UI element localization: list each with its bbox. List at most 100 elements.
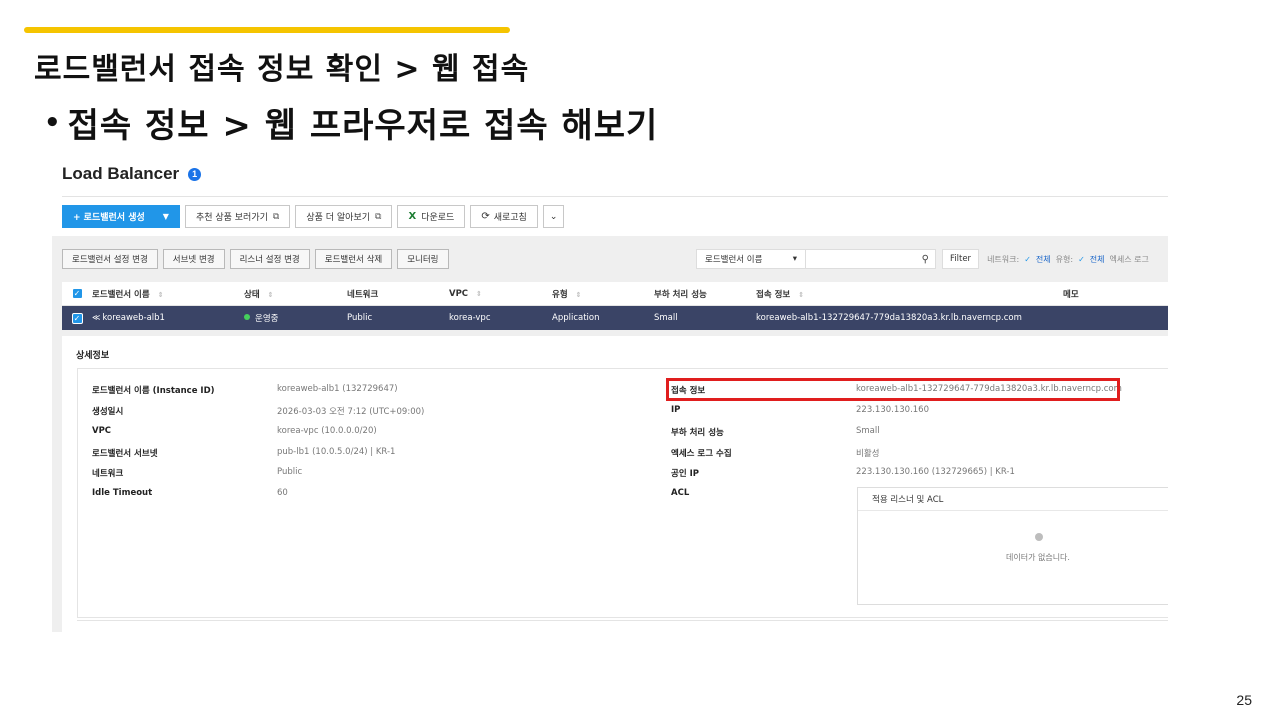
change-lb-settings-button[interactable]: 로드밸런서 설정 변경 <box>62 249 158 269</box>
col-vpc[interactable]: VPC ⇕ <box>449 289 552 299</box>
refresh-button[interactable]: ⟳ 새로고침 <box>470 205 538 228</box>
filter-button[interactable]: Filter <box>942 249 980 269</box>
slide-title: 로드밸런서 접속 정보 확인 > 웹 접속 <box>34 52 530 87</box>
caret-down-icon[interactable]: ▼ <box>163 212 169 221</box>
detail-key-subnet: 로드밸런서 서브넷 <box>92 449 158 459</box>
detail-value-access-log: 비활성 <box>856 449 880 459</box>
table-row[interactable]: ✓ ≪ koreaweb-alb1 운영중 Public korea-vpc Ap… <box>62 306 1168 330</box>
search-field-select[interactable]: 로드밸런서 이름 ▾ <box>696 249 806 269</box>
learn-more-button[interactable]: 상품 더 알아보기 ⧉ <box>295 205 393 228</box>
detail-key-instance: 로드밸런서 이름 (Instance ID) <box>92 386 215 396</box>
caret-down-icon: ▾ <box>792 254 797 264</box>
detail-key-network: 네트워크 <box>92 469 124 479</box>
row-type: Application <box>552 313 600 323</box>
create-lb-button[interactable]: + 로드밸런서 생성 ▼ <box>62 205 180 228</box>
check-icon: ✓ <box>1024 254 1031 264</box>
action-buttons: 로드밸런서 설정 변경 서브넷 변경 리스너 설정 변경 로드밸런서 삭제 모니… <box>62 249 449 269</box>
accent-bar <box>24 27 510 33</box>
detail-title: 상세정보 <box>76 351 110 361</box>
col-connection[interactable]: 접속 정보 ⇕ <box>756 288 1063 300</box>
sort-icon[interactable]: ⇕ <box>798 291 804 299</box>
console-header: Load Balancer 1 <box>62 162 202 186</box>
page-title: Load Balancer <box>62 164 180 183</box>
divider <box>858 510 1168 511</box>
lb-table: ✓ 로드밸런서 이름 ⇕ 상태 ⇕ 네트워크 VPC ⇕ 유형 ⇕ 부하 처리 성능 접… <box>62 282 1168 330</box>
external-link-icon: ⧉ <box>272 211 280 222</box>
search-field-value: 로드밸런서 이름 <box>705 255 763 265</box>
select-all-checkbox[interactable]: ✓ <box>71 288 83 299</box>
col-network: 네트워크 <box>347 289 379 300</box>
sort-icon[interactable]: ⇕ <box>158 291 164 299</box>
detail-key-access-log: 엑세스 로그 수집 <box>671 449 732 459</box>
detail-value-created: 2026-03-03 오전 7:12 (UTC+09:00) <box>277 407 425 417</box>
sort-icon[interactable]: ⇕ <box>476 290 482 298</box>
col-state[interactable]: 상태 ⇕ <box>244 288 347 300</box>
excel-icon: X <box>408 211 417 222</box>
detail-value-ip: 223.130.130.160 <box>856 405 930 415</box>
row-network: Public <box>347 313 373 323</box>
row-checkbox[interactable]: ✓ <box>71 312 83 324</box>
col-memo: 메모 <box>1063 289 1079 300</box>
detail-value-instance: koreaweb-alb1 (132729647) <box>277 384 398 394</box>
row-select-cell: ✓ <box>62 312 92 324</box>
sort-icon[interactable]: ⇕ <box>576 291 582 299</box>
row-vpc: korea-vpc <box>449 313 491 323</box>
change-subnet-button[interactable]: 서브넷 변경 <box>162 249 225 269</box>
recommend-label: 추천 상품 보러가기 <box>195 213 268 223</box>
col-type[interactable]: 유형 ⇕ <box>552 288 654 300</box>
learn-more-label: 상품 더 알아보기 <box>306 213 371 223</box>
row-name: ≪ koreaweb-alb1 <box>92 313 165 323</box>
delete-lb-button[interactable]: 로드밸런서 삭제 <box>314 249 393 269</box>
refresh-icon: ⟳ <box>481 211 490 222</box>
detail-value-performance: Small <box>856 426 880 436</box>
col-performance: 부하 처리 성능 <box>654 289 707 300</box>
filter-bar: 로드밸런서 이름 ▾ ⚲ Filter 네트워크: ✓ 전체 유형: ✓ 전체 … <box>696 249 1149 269</box>
refresh-label: 새로고침 <box>493 213 527 223</box>
detail-value-public-ip: 223.130.130.160 (132729665) | KR-1 <box>856 467 1015 477</box>
col-name[interactable]: 로드밸런서 이름 ⇕ <box>92 288 244 300</box>
recommend-button[interactable]: 추천 상품 보러가기 ⧉ <box>184 205 291 228</box>
select-all-cell: ✓ <box>62 288 92 299</box>
detail-key-performance: 부하 처리 성능 <box>671 428 724 438</box>
detail-key-public-ip: 공인 IP <box>671 469 699 479</box>
detail-key-ip: IP <box>671 405 681 415</box>
console-screenshot: Load Balancer 1 + 로드밸런서 생성 ▼ 추천 상품 보러가기 … <box>52 152 1168 632</box>
detail-key-vpc: VPC <box>92 426 112 436</box>
empty-state-text: 데이터가 없습니다. <box>1006 553 1070 562</box>
row-state: 운영중 <box>244 312 347 324</box>
external-link-icon: ⧉ <box>375 211 382 222</box>
toolbar: + 로드밸런서 생성 ▼ 추천 상품 보러가기 ⧉ 상품 더 알아보기 ⧉ X … <box>62 205 565 228</box>
change-listener-button[interactable]: 리스너 설정 변경 <box>229 249 310 269</box>
acl-table: 적용 리스너 및 ACL 데이터가 없습니다. <box>857 487 1168 605</box>
download-button[interactable]: X 다운로드 <box>397 205 466 228</box>
filter-summary: 네트워크: ✓ 전체 유형: ✓ 전체 엑세스 로그 <box>987 254 1149 265</box>
divider <box>62 196 1168 197</box>
detail-value-subnet: pub-lb1 (10.0.5.0/24) | KR-1 <box>277 447 396 457</box>
page-number: 25 <box>1236 692 1252 708</box>
network-filter-value[interactable]: 전체 <box>1036 254 1051 265</box>
detail-key-created: 생성일시 <box>92 407 124 417</box>
search-input[interactable]: ⚲ <box>806 249 936 269</box>
sort-icon[interactable]: ⇕ <box>268 291 274 299</box>
chevron-down-icon: ⌄ <box>549 211 558 222</box>
count-badge[interactable]: 1 <box>188 167 202 181</box>
acl-table-title: 적용 리스너 및 ACL <box>872 495 944 505</box>
bullet-text: 접속 정보 > 웹 프라우저로 접속 해보기 <box>67 106 659 146</box>
search-icon[interactable]: ⚲ <box>922 254 929 265</box>
detail-value-vpc: korea-vpc (10.0.0.0/20) <box>277 426 377 436</box>
more-dropdown-button[interactable]: ⌄ <box>542 205 565 228</box>
load-balancer-icon: ≪ <box>92 313 101 322</box>
row-connection: koreaweb-alb1-132729647-779da13820a3.kr.… <box>756 313 1022 323</box>
slide-bullet: • 접속 정보 > 웹 프라우저로 접속 해보기 <box>44 98 658 147</box>
detail-key-acl: ACL <box>671 488 690 498</box>
type-filter-label: 유형: <box>1055 254 1074 264</box>
type-filter-value[interactable]: 전체 <box>1090 254 1105 265</box>
divider <box>77 620 1168 621</box>
network-filter-label: 네트워크: <box>987 254 1020 264</box>
create-lb-label: + 로드밸런서 생성 <box>73 213 145 223</box>
detail-value-idle-timeout: 60 <box>277 488 288 498</box>
monitoring-button[interactable]: 모니터링 <box>397 249 449 269</box>
table-header: ✓ 로드밸런서 이름 ⇕ 상태 ⇕ 네트워크 VPC ⇕ 유형 ⇕ 부하 처리 성능 접… <box>62 282 1168 306</box>
row-performance: Small <box>654 313 678 323</box>
bullet-dot-icon: • <box>44 108 62 138</box>
